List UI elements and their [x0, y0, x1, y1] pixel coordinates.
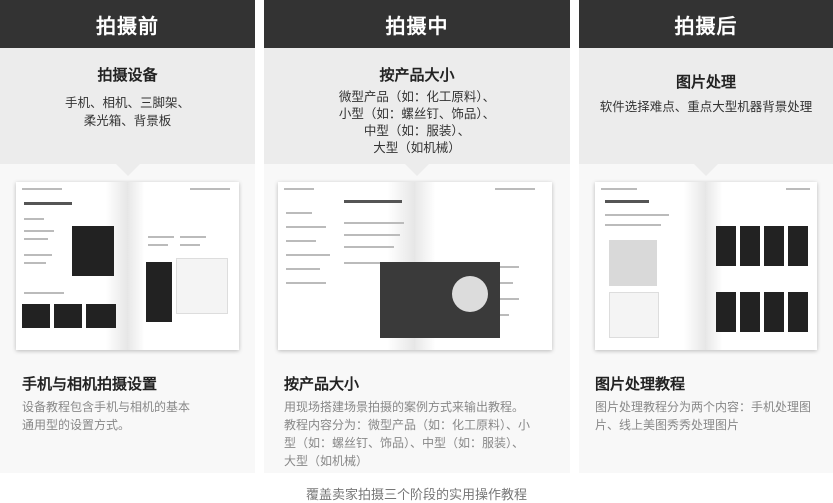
softbox-light — [452, 276, 488, 312]
stage-summary: 拍摄设备 手机、相机、三脚架、 柔光箱、背景板 — [0, 48, 255, 176]
book-right-page — [127, 182, 239, 350]
book-left-page — [16, 182, 129, 350]
card-title: 按产品大小 — [284, 375, 360, 393]
phone-edit-screenshot — [788, 226, 808, 266]
camera-photo — [22, 304, 50, 328]
wrench-photo — [609, 240, 657, 286]
summary-title: 按产品大小 — [379, 66, 455, 84]
footer-caption: 覆盖卖家拍摄三个阶段的实用操作教程 — [305, 488, 527, 503]
camera-photo — [54, 304, 82, 328]
phone-edit-screenshot — [788, 292, 808, 332]
stage-column-before: 拍摄前 拍摄设备 手机、相机、三脚架、 柔光箱、背景板 手机与相机拍摄设置 设备… — [0, 0, 255, 473]
card-title: 图片处理教程 — [595, 375, 686, 393]
tutorial-book-preview — [595, 182, 817, 350]
stage-header: 拍摄前 — [0, 0, 255, 48]
summary-title: 图片处理 — [675, 73, 736, 91]
phone-edit-screenshot — [740, 226, 760, 266]
book-right-page — [706, 182, 817, 350]
summary-title: 拍摄设备 — [97, 66, 158, 84]
stage-column-after: 拍摄后 图片处理 软件选择难点、重点大型机器背景处理 图片处理教程 图片处理教程… — [579, 0, 833, 473]
summary-text: 手机、相机、三脚架、 柔光箱、背景板 — [64, 95, 190, 128]
phone-edit-screenshot — [764, 292, 784, 332]
card-description: 图片处理教程分为两个内容：手机处理图片、线上美图秀秀处理图片 — [595, 400, 812, 432]
summary-text: 软件选择难点、重点大型机器背景处理 — [599, 99, 813, 114]
wrench-photo-edited — [609, 292, 659, 338]
phone-edit-screenshot — [764, 226, 784, 266]
phone-edit-screenshot — [740, 292, 760, 332]
tutorial-book-preview — [16, 182, 239, 350]
pointer-notch — [115, 164, 140, 176]
stage-header: 拍摄后 — [579, 0, 833, 48]
card-title: 手机与相机拍摄设置 — [22, 375, 158, 393]
card-description: 设备教程包含手机与相机的基本通用型的设置方式。 — [22, 400, 191, 432]
camera-app-screenshot — [72, 226, 114, 276]
card-description: 用现场搭建场景拍摄的案例方式来输出教程。教程内容分为：微型产品（如：化工原料）、… — [284, 400, 531, 468]
phone-edit-screenshot — [716, 292, 736, 332]
stage-header: 拍摄中 — [264, 0, 570, 48]
pointer-notch — [694, 164, 718, 176]
stage-summary: 按产品大小 微型产品（如：化工原料）、 小型（如：螺丝钉、饰品）、 中型（如：服… — [264, 48, 570, 176]
pointer-notch — [405, 164, 429, 176]
studio-shoot-photo — [380, 262, 500, 338]
stage-summary: 图片处理 软件选择难点、重点大型机器背景处理 — [579, 48, 833, 176]
settings-menu-screenshot — [175, 258, 228, 314]
tutorial-book-preview — [278, 182, 552, 350]
summary-text: 微型产品（如：化工原料）、 小型（如：螺丝钉、饰品）、 中型（如：服装）、 大型… — [338, 89, 496, 155]
stage-column-during: 拍摄中 按产品大小 微型产品（如：化工原料）、 小型（如：螺丝钉、饰品）、 中型… — [264, 0, 570, 473]
camera-photo — [86, 304, 116, 328]
phone-edit-screenshot — [716, 226, 736, 266]
phone-settings-screenshot — [145, 262, 172, 322]
book-left-page — [595, 182, 707, 350]
